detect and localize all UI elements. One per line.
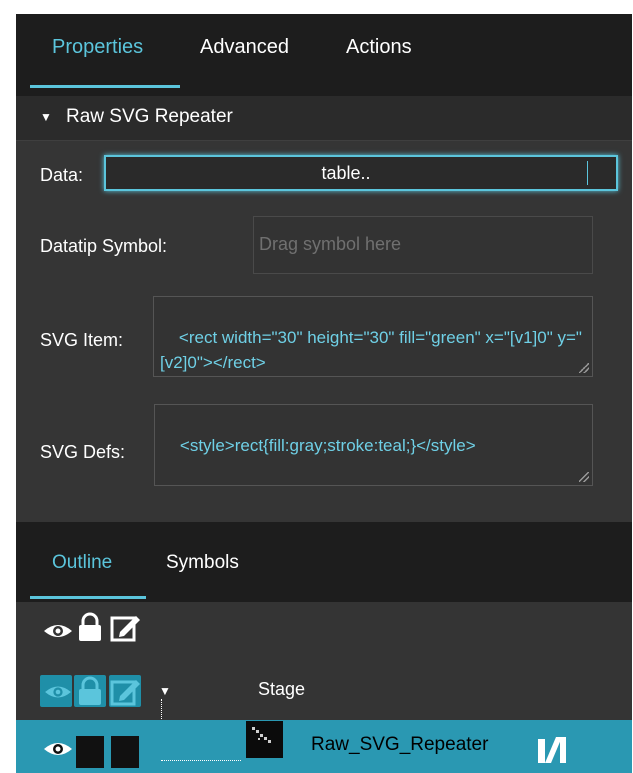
tree-row-stage[interactable]: ▼ Stage — [16, 660, 632, 747]
expand-triangle-icon[interactable]: ▼ — [159, 684, 171, 698]
symbol-thumbnail-icon — [246, 721, 283, 758]
svg-item-textarea[interactable]: <rect width="30" height="30" fill="green… — [153, 296, 593, 377]
tree-label-stage: Stage — [258, 679, 306, 699]
data-field-divider — [587, 161, 588, 185]
properties-panel: Properties Advanced Actions ▼ Raw SVG Re… — [16, 14, 632, 773]
tree-label-raw-svg-repeater: Raw_SVG_Repeater — [311, 734, 489, 755]
eye-icon[interactable] — [42, 736, 74, 762]
active-outline-tab-indicator — [30, 596, 146, 599]
lock-icon[interactable] — [77, 612, 103, 642]
svg-item-label: SVG Item: — [40, 330, 124, 350]
eye-icon[interactable] — [42, 618, 74, 644]
datatip-symbol-drop-target[interactable]: Drag symbol here — [253, 216, 593, 274]
tab-properties[interactable]: Properties — [52, 32, 143, 62]
svg-defs-value: <style>rect{fill:gray;stroke:teal;}</sty… — [179, 436, 476, 455]
collapse-triangle-icon[interactable]: ▼ — [40, 110, 52, 124]
data-label: Data: — [40, 165, 84, 185]
lock-icon[interactable] — [77, 676, 103, 706]
outline-tab-bar: Outline Symbols — [16, 522, 632, 602]
datatip-symbol-label: Datatip Symbol: — [40, 236, 168, 256]
svg-defs-textarea[interactable]: <style>rect{fill:gray;stroke:teal;}</sty… — [154, 404, 593, 486]
tab-outline[interactable]: Outline — [52, 552, 112, 574]
svg-item-value: <rect width="30" height="30" fill="green… — [160, 328, 582, 372]
properties-tab-bar: Properties Advanced Actions — [16, 14, 632, 96]
component-type-icon — [538, 737, 566, 763]
section-header[interactable]: ▼ Raw SVG Repeater — [16, 96, 632, 141]
tab-actions[interactable]: Actions — [346, 32, 412, 62]
edit-icon[interactable] — [110, 612, 142, 644]
tree-row-raw-svg-repeater[interactable]: Raw_SVG_Repeater — [16, 720, 632, 773]
tab-advanced[interactable]: Advanced — [200, 32, 289, 62]
section-title: Raw SVG Repeater — [66, 106, 233, 127]
svg-defs-label: SVG Defs: — [40, 442, 126, 462]
outline-toolbar — [16, 602, 632, 661]
tab-symbols[interactable]: Symbols — [166, 552, 239, 574]
edit-toggle[interactable] — [111, 736, 139, 768]
resize-grip-icon[interactable] — [579, 472, 589, 482]
data-field[interactable]: table.. — [104, 155, 618, 191]
eye-icon[interactable] — [42, 680, 74, 704]
edit-icon[interactable] — [110, 676, 142, 708]
lock-toggle[interactable] — [76, 736, 104, 768]
active-tab-indicator — [30, 85, 180, 88]
data-field-value: table.. — [321, 163, 371, 183]
drop-placeholder: Drag symbol here — [259, 234, 402, 254]
resize-grip-icon[interactable] — [579, 363, 589, 373]
tree-connector — [161, 760, 241, 761]
